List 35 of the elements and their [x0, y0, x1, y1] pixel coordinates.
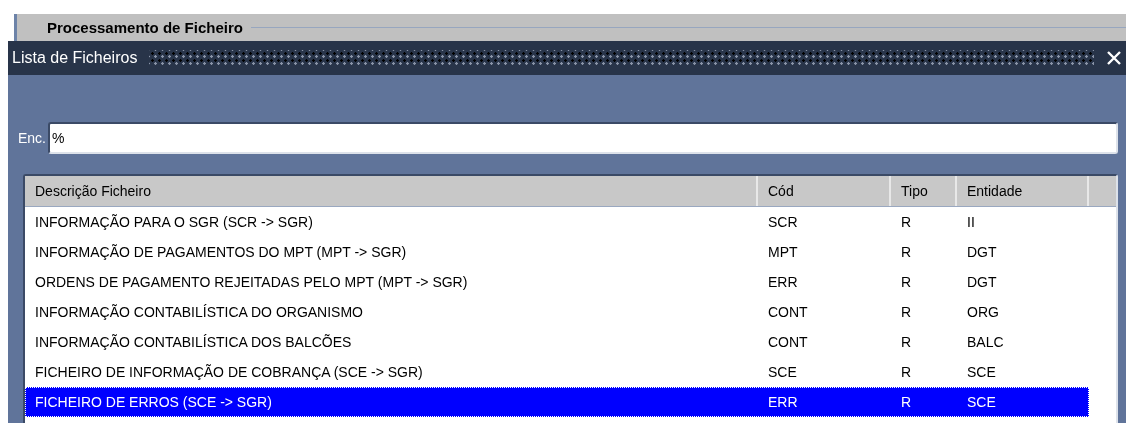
table-cell-text: R	[900, 333, 913, 352]
table-cell-text: R	[900, 243, 913, 262]
table-cell-text: R	[900, 393, 913, 412]
search-field[interactable]: %	[48, 122, 1118, 154]
close-icon[interactable]	[1106, 50, 1122, 66]
table-row[interactable]: FICHEIRO DE ERROS (SCE -> SGR) ERR R SCE	[25, 387, 1089, 417]
table-cell-text: ORDENS DE PAGAMENTO REJEITADAS PELO MPT (MPT -> SGR)	[34, 273, 469, 292]
table-cell-text: R	[900, 213, 913, 232]
table-cell-text: R	[900, 303, 913, 322]
table-cell-text: FICHEIRO DE ERROS (SCE -> SGR)	[34, 393, 273, 412]
table-cell-text: DGT	[966, 243, 998, 262]
table-cell-text: INFORMAÇÃO DE PAGAMENTOS DO MPT (MPT -> SGR)	[34, 243, 408, 262]
search-label: Enc.	[18, 130, 46, 146]
table-cell-text: INFORMAÇÃO CONTABILÍSTICA DO ORGANISMO	[34, 303, 364, 322]
table-cell-text: ORG	[966, 303, 1000, 322]
table-cell-text: CONT	[767, 303, 809, 322]
table-cell-text: R	[900, 273, 913, 292]
table-cell-text: MPT	[767, 243, 799, 262]
table-cell-text: FICHEIRO DE INFORMAÇÃO DE COBRANÇA (SCE -> SGR)	[34, 363, 424, 382]
table-cell-text: INFORMAÇÃO PARA O SGR (SCR -> SGR)	[34, 213, 314, 232]
table-cell-text: ERR	[767, 273, 799, 292]
table-cell-text: SCE	[966, 393, 997, 412]
table-cell-text: ERR	[767, 393, 799, 412]
table-cell-text: II	[966, 213, 976, 232]
table-cell-text: SCR	[767, 213, 799, 232]
table-cell-text: SCE	[966, 363, 997, 382]
title-bar-grip[interactable]	[149, 50, 1094, 66]
table-cell-text: SCE	[767, 363, 798, 382]
table-cell-text: INFORMAÇÃO CONTABILÍSTICA DOS BALCÕES	[34, 333, 353, 352]
dialog-title: Lista de Ficheiros	[12, 49, 138, 67]
table-cell-text: BALC	[966, 333, 1005, 352]
frame-title: Processamento de Ficheiro	[47, 19, 243, 36]
table-cell-text: DGT	[966, 273, 998, 292]
table-cell-text: R	[900, 363, 913, 382]
table-cell-text: CONT	[767, 333, 809, 352]
